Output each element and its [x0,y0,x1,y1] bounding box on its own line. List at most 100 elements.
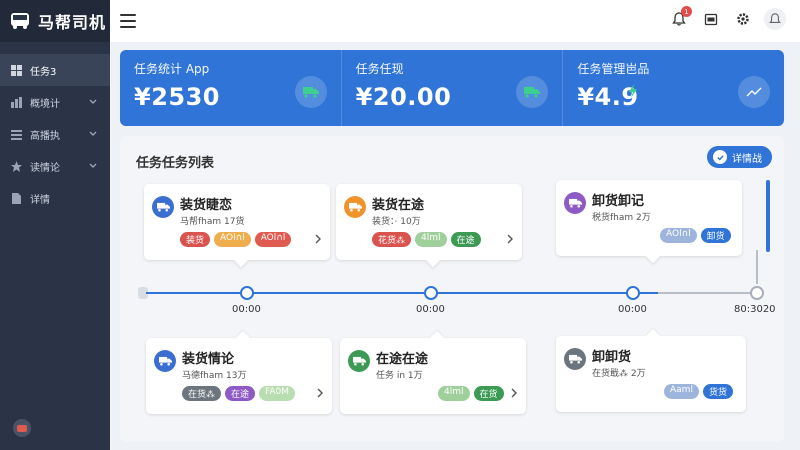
timeline-time-label: 00:00 [232,304,261,315]
timeline-node[interactable] [240,286,254,300]
truck-icon [564,192,586,214]
task-card-subtitle: 任务 in 1万 [376,371,423,381]
task-card[interactable]: 在途在途 任务 in 1万 4lml 在货 [340,330,526,414]
timeline-remaining [658,292,758,294]
task-card-tags: AOl∩l 卸货 [660,228,731,243]
truck-icon [152,196,174,218]
settings-button[interactable] [732,8,754,30]
task-card-tags: 装货 AOl∩l AOl∩l [180,232,292,247]
alerts-button[interactable] [764,8,786,30]
stat-card[interactable]: 任务任现 ¥20.00 [342,50,564,126]
lightning-icon [629,84,638,98]
task-card[interactable]: 装货情论 马德fham 13万 在货⁂ 在途 FA0M [146,330,332,414]
panel-title: 任务任务列表 [136,156,215,171]
app-title: 马帮司机 [38,13,107,32]
chevron-right-icon[interactable] [316,388,324,398]
sidebar-item-details[interactable]: 详情 [0,182,110,214]
chevron-right-icon[interactable] [314,234,322,244]
truck-icon [154,350,176,372]
task-card-tags: 4lml 在货 [438,386,504,401]
chevron-down-icon [89,99,97,104]
task-timeline [138,284,764,304]
trend-icon [738,76,771,108]
brand: 马帮司机 [0,0,110,42]
status-badge: 装货 [180,232,211,247]
timeline-time-label: 00:00 [416,304,445,315]
bus-icon [11,13,29,29]
stat-label: 任务管理岜品 [577,62,650,76]
task-card-tags: 花货⁂ 4lml 在途 [372,232,481,247]
task-card-tags: Aaml 货货 [664,384,733,399]
task-card-subtitle: 马帮fham 17货 [180,217,245,227]
truck-icon [344,196,366,218]
truck-icon [564,348,586,370]
chevron-down-icon [89,163,97,168]
sidebar-item-tasks[interactable]: 任务3 [0,54,110,86]
sidebar: 马帮司机 任务3 概境计 高播执 读情论 详情 [0,0,110,450]
gear-icon [737,13,749,25]
task-card-title: 装货情论 [182,352,235,367]
document-icon [11,192,22,204]
timeline-node[interactable] [750,286,764,300]
task-card-title: 装货在途 [372,198,425,213]
sidebar-item-schedule[interactable]: 高播执 [0,118,110,150]
status-badge: AOl∩l [660,228,697,243]
chevron-right-icon[interactable] [506,234,514,244]
stats-banner: 任务统计 App ¥2530 任务任现 ¥20.00 任务管理岜品 ¥4.9 [120,50,784,126]
status-badge: FA0M [259,386,296,401]
stat-label: 任务任现 [355,62,404,76]
scrollbar[interactable] [766,180,770,252]
task-card-subtitle: 马德fham 13万 [182,371,247,381]
status-badge: 在途 [225,386,256,401]
check-circle-icon [713,150,727,164]
calendar-button[interactable] [700,8,722,30]
details-button[interactable]: 详情战 [707,146,772,168]
status-badge: 卸货 [700,228,731,243]
notification-button[interactable]: 1 [668,6,692,30]
timeline-node[interactable] [626,286,640,300]
status-badge: 在途 [450,232,481,247]
calendar-icon [704,13,718,26]
task-card[interactable]: 卸货卸记 税货fham 2万 AOl∩l 卸货 [556,180,742,264]
timeline-node[interactable] [424,286,438,300]
sidebar-item-label: 读情论 [30,162,60,174]
task-card-title: 卸货卸记 [592,194,645,209]
star-icon [11,160,22,172]
task-card[interactable]: 装货在途 装货：· 10万 花货⁂ 4lml 在途 [336,184,522,268]
stat-card[interactable]: 任务统计 App ¥2530 [120,50,342,126]
notification-badge: 1 [681,6,692,17]
status-badge: 花货⁂ [372,232,412,247]
task-card-subtitle: 税货fham 2万 [592,213,651,223]
settings-avatar-icon[interactable] [12,418,32,438]
timeline-connector [756,250,758,284]
sidebar-item-stats[interactable]: 概境计 [0,86,110,118]
timeline-time-label: 00:00 [618,304,647,315]
timeline-time-label: 80:3020 [734,304,776,315]
chevron-right-icon[interactable] [510,388,518,398]
sidebar-item-reviews[interactable]: 读情论 [0,150,110,182]
dashboard-icon [11,64,22,76]
status-badge: Aaml [664,384,699,399]
sidebar-item-label: 高播执 [30,130,60,142]
task-card[interactable]: 装货睫恋 马帮fham 17货 装货 AOl∩l AOl∩l [144,184,330,268]
details-button-label: 详情战 [732,153,762,165]
truck-icon [348,350,370,372]
timeline-progress [146,292,658,294]
task-card-subtitle: 在货戢⁂ 2万 [592,369,646,379]
chevron-down-icon [89,131,97,136]
task-card[interactable]: 卸卸货 在货戢⁂ 2万 Aaml 货货 [556,328,746,412]
sidebar-nav: 任务3 概境计 高播执 读情论 详情 [0,54,110,214]
list-icon [11,129,22,140]
status-badge: 在货 [473,386,504,401]
header-actions: 1 [668,6,786,30]
menu-toggle-icon[interactable] [120,14,136,28]
sidebar-item-label: 概境计 [30,98,60,110]
stat-card[interactable]: 任务管理岜品 ¥4.9 [563,50,784,126]
stat-label: 任务统计 App [134,62,210,76]
truck-icon [294,76,327,108]
task-card-title: 在途在途 [376,352,429,367]
status-badge: 4lml [415,232,447,247]
chart-icon [11,96,22,108]
status-badge: AOl∩l [254,232,292,247]
sidebar-item-label: 任务3 [30,66,57,78]
